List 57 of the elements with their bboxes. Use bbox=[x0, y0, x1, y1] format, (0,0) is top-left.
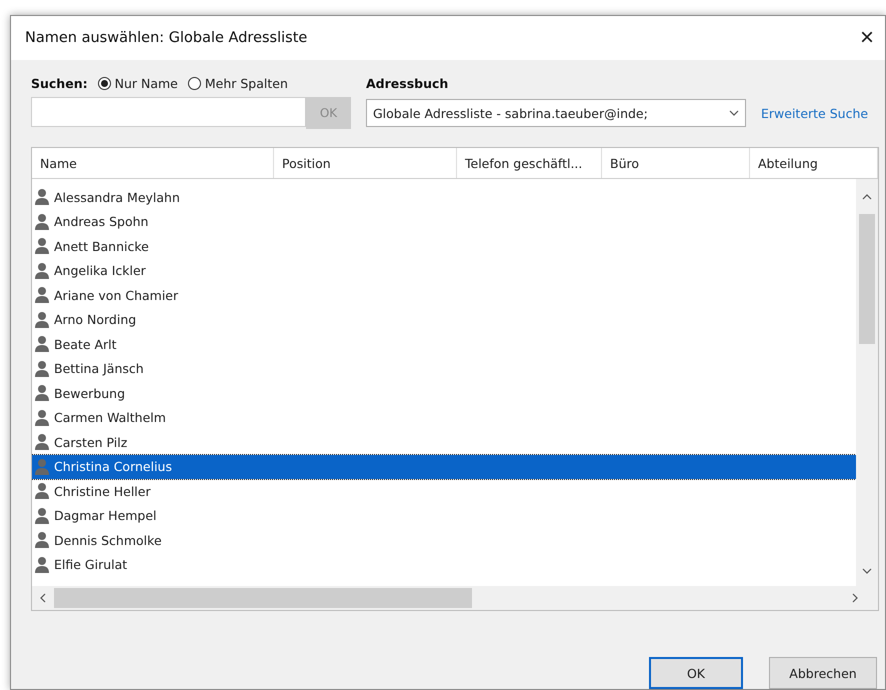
person-icon bbox=[34, 531, 50, 550]
contact-row[interactable]: Bewerbung bbox=[32, 381, 856, 406]
contact-row[interactable]: Carmen Walthelm bbox=[32, 406, 856, 430]
contact-row[interactable]: Arno Nording bbox=[32, 308, 856, 332]
scroll-up-icon[interactable] bbox=[862, 192, 872, 202]
contact-row[interactable]: Anett Bannicke bbox=[32, 234, 856, 258]
person-icon bbox=[34, 408, 50, 427]
person-icon bbox=[34, 310, 50, 329]
scrollbar-thumb[interactable] bbox=[54, 588, 472, 608]
contact-row[interactable]: Angelika Ickler bbox=[32, 258, 856, 283]
person-icon bbox=[34, 506, 50, 525]
column-header[interactable]: Abteilung bbox=[750, 148, 878, 178]
radio-label[interactable]: Nur Name bbox=[114, 76, 178, 91]
close-button[interactable]: × bbox=[847, 18, 885, 58]
person-icon bbox=[34, 556, 50, 574]
person-icon bbox=[34, 237, 50, 256]
contact-row[interactable]: Alessandra Meylahn bbox=[32, 185, 856, 210]
advanced-search-link[interactable]: Erweiterte Suche bbox=[761, 106, 877, 120]
contact-row[interactable]: Ariane von Chamier bbox=[32, 283, 856, 308]
person-icon bbox=[34, 262, 50, 280]
contact-row[interactable]: Christina Cornelius bbox=[32, 454, 856, 479]
contact-row[interactable]: Dagmar Hempel bbox=[32, 504, 856, 528]
scroll-down-icon[interactable] bbox=[862, 566, 872, 576]
column-header[interactable]: Telefon geschäftl... bbox=[457, 148, 602, 178]
scroll-left-icon[interactable] bbox=[38, 593, 48, 603]
scroll-right-icon[interactable] bbox=[850, 593, 860, 603]
caret-icon[interactable] bbox=[729, 108, 739, 118]
radio-button[interactable] bbox=[188, 77, 201, 90]
contact-row[interactable]: Andreas Spohn bbox=[32, 210, 856, 234]
ok-button[interactable]: OK bbox=[649, 657, 743, 689]
column-header[interactable]: Position bbox=[274, 148, 457, 178]
person-icon bbox=[34, 335, 50, 354]
radio-label[interactable]: Mehr Spalten bbox=[204, 76, 288, 91]
person-icon bbox=[34, 212, 50, 231]
address-book-label: Adressbuch bbox=[366, 76, 450, 91]
contact-row[interactable]: Beate Arlt bbox=[32, 332, 856, 356]
contact-row[interactable]: Dennis Schmolke bbox=[32, 528, 856, 552]
person-icon bbox=[34, 384, 50, 402]
column-header[interactable]: Name bbox=[32, 148, 274, 178]
cancel-button[interactable]: Abbrechen bbox=[769, 657, 877, 689]
person-icon bbox=[34, 188, 50, 206]
contact-row[interactable]: Carsten Pilz bbox=[32, 430, 856, 454]
contact-row[interactable]: Bettina Jänsch bbox=[32, 356, 856, 381]
contact-row[interactable]: Christine Heller bbox=[32, 479, 856, 504]
scrollbar-thumb[interactable] bbox=[859, 214, 875, 344]
radio-button[interactable] bbox=[98, 77, 111, 90]
contact-row[interactable]: Elfie Girulat bbox=[32, 552, 856, 577]
person-icon bbox=[34, 458, 50, 476]
address-book-dropdown[interactable]: Globale Adressliste - sabrina.taeuber@inde; bbox=[366, 99, 746, 127]
search-field[interactable] bbox=[31, 97, 306, 127]
person-icon bbox=[34, 360, 50, 378]
column-header[interactable]: Büro bbox=[602, 148, 750, 178]
person-icon bbox=[34, 482, 50, 500]
person-icon bbox=[34, 286, 50, 304]
window-title: Namen auswählen: Globale Adressliste bbox=[25, 30, 308, 46]
search-label: Suchen: bbox=[31, 76, 88, 91]
person-icon bbox=[34, 433, 50, 452]
